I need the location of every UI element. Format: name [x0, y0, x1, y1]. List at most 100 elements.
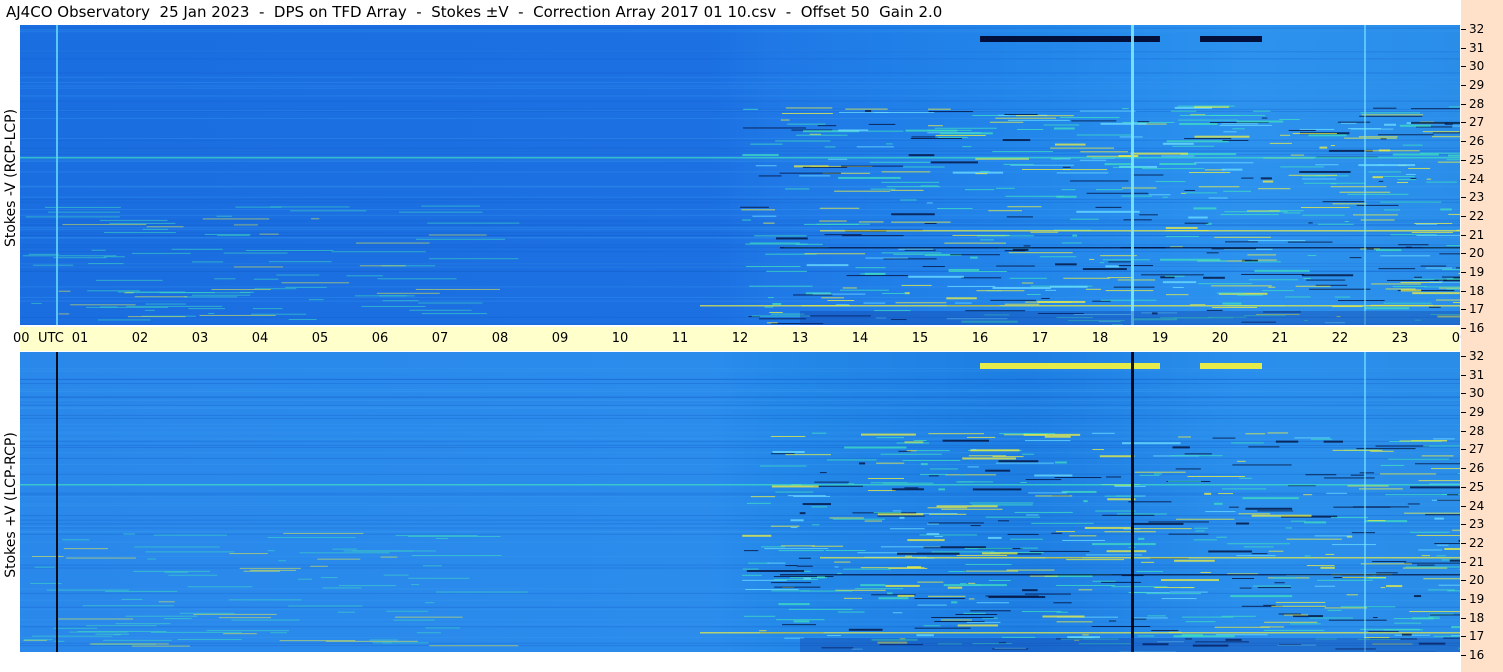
interference-streak: [1204, 492, 1212, 495]
interference-line: [780, 247, 1460, 249]
interference-streak: [235, 206, 282, 208]
frequency-tick-label: 29: [1469, 78, 1485, 93]
interference-streak: [1231, 578, 1255, 580]
interference-streak: [785, 565, 798, 567]
interference-streak: [1045, 289, 1057, 291]
interference-streak: [1244, 261, 1281, 263]
top-y-axis-label: Stokes -V (RCP-LCP): [3, 108, 19, 248]
background-band: [20, 414, 1460, 416]
interference-streak: [233, 224, 258, 226]
interference-streak: [772, 451, 805, 454]
interference-streak: [967, 436, 996, 438]
interference-streak: [1283, 212, 1301, 214]
background-band: [20, 226, 1460, 228]
interference-streak: [867, 477, 905, 479]
interference-streak: [1218, 493, 1234, 495]
interference-streak: [867, 490, 896, 492]
interference-streak: [1385, 494, 1448, 496]
interference-streak: [970, 256, 978, 259]
interference-streak: [158, 601, 175, 603]
interference-streak: [1262, 180, 1274, 183]
interference-streak: [1102, 259, 1150, 261]
interference-streak: [891, 213, 935, 216]
interference-streak: [69, 631, 128, 633]
interference-streak: [1315, 164, 1339, 166]
interference-streak: [860, 433, 916, 436]
interference-streak: [436, 537, 449, 539]
interference-streak: [1380, 464, 1404, 466]
interference-streak: [1008, 119, 1070, 121]
interference-streak: [775, 491, 814, 493]
interference-streak: [1155, 181, 1186, 183]
interference-streak: [32, 555, 64, 557]
interference-streak: [223, 633, 257, 635]
interference-streak: [245, 249, 334, 251]
interference-streak: [766, 270, 807, 272]
interference-streak: [1212, 437, 1236, 439]
interference-streak: [1206, 309, 1223, 311]
background-band: [20, 437, 1460, 439]
interference-streak: [1185, 192, 1218, 194]
interference-streak: [62, 539, 90, 541]
interference-streak: [1141, 168, 1205, 170]
frequency-tick-label: 29: [1469, 405, 1485, 420]
interference-streak: [58, 290, 71, 292]
interference-streak: [1268, 286, 1276, 288]
interference-streak: [769, 311, 783, 313]
background-band: [20, 58, 1460, 60]
interference-streak: [310, 565, 328, 567]
interference-streak: [1302, 178, 1337, 180]
interference-streak: [1433, 635, 1460, 637]
interference-streak: [1431, 136, 1460, 138]
interference-streak: [934, 536, 943, 538]
interference-streak: [1113, 286, 1155, 288]
interference-streak: [1175, 468, 1201, 470]
interference-streak: [1198, 283, 1253, 285]
background-band: [20, 263, 1460, 265]
background-band: [20, 494, 1460, 496]
interference-streak: [1231, 442, 1264, 444]
interference-streak: [838, 611, 865, 613]
frequency-tick-mark: [1461, 290, 1466, 292]
interference-streak: [1284, 296, 1311, 298]
interference-streak: [1325, 553, 1335, 555]
interference-streak: [858, 221, 884, 223]
interference-streak: [774, 586, 821, 588]
interference-streak: [1356, 204, 1399, 206]
interference-streak: [778, 603, 810, 606]
interference-streak: [1386, 585, 1403, 588]
interference-streak: [436, 591, 528, 593]
interference-streak: [1394, 622, 1422, 624]
interference-streak: [1169, 591, 1208, 593]
interference-streak: [980, 170, 990, 172]
interference-streak: [331, 251, 426, 253]
interference-streak: [1050, 158, 1062, 160]
interference-streak: [1319, 146, 1328, 149]
interference-streak: [920, 185, 939, 187]
interference-streak: [1239, 587, 1252, 589]
interference-streak: [150, 631, 242, 633]
interference-streak: [1193, 527, 1209, 529]
interference-streak: [1165, 226, 1198, 229]
interference-streak: [1295, 285, 1331, 287]
background-band: [20, 440, 1460, 442]
interference-streak: [1290, 154, 1305, 156]
interference-streak: [964, 547, 1013, 549]
background-band: [20, 564, 1460, 566]
interference-streak: [1223, 190, 1252, 192]
interference-streak: [1350, 474, 1364, 476]
time-tick-label: 13: [791, 331, 809, 346]
interference-streak: [838, 111, 889, 113]
interference-streak: [995, 462, 1054, 464]
interference-streak: [278, 560, 286, 562]
interference-streak: [1330, 145, 1336, 147]
interference-streak: [1112, 166, 1148, 168]
interference-streak: [1330, 516, 1368, 518]
interference-streak: [288, 605, 363, 607]
frequency-tick-label: 23: [1469, 190, 1485, 205]
interference-streak: [928, 433, 984, 435]
interference-streak: [908, 154, 935, 157]
interference-streak: [942, 439, 989, 442]
interference-streak: [965, 570, 1019, 572]
interference-streak: [923, 625, 941, 627]
